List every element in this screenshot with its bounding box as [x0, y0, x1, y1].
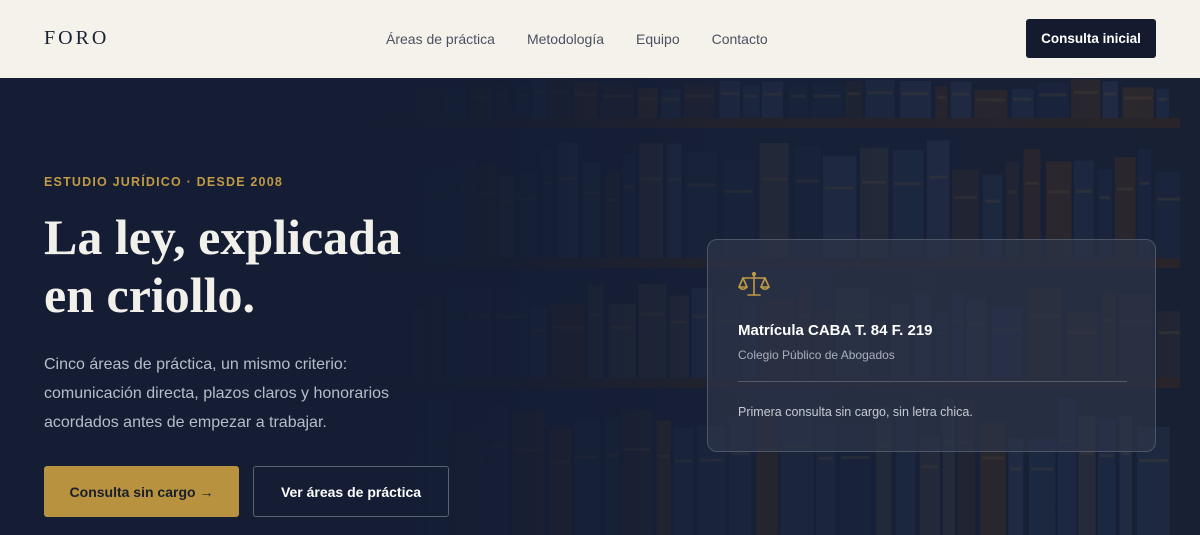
hero-lead: Cinco áreas de práctica, un mismo criter…: [44, 356, 390, 431]
card-title: Matrícula CABA T. 84 F. 219: [738, 322, 933, 339]
main-nav: Áreas de práctica Metodología Equipo Con…: [386, 31, 768, 49]
site-header: FORO Áreas de práctica Metodología Equip…: [0, 0, 1200, 78]
nav-item-contacto[interactable]: Contacto: [712, 31, 768, 49]
hero-section: ESTUDIO JURÍDICO · DESDE 2008 La ley, ex…: [0, 78, 1200, 535]
hero-headline: La ley, explicada en criollo.: [44, 208, 464, 324]
nav-item-areas[interactable]: Áreas de práctica: [386, 31, 495, 49]
credentials-card: Matrícula CABA T. 84 F. 219 Colegio Públ…: [707, 239, 1156, 452]
hero-eyebrow: ESTUDIO JURÍDICO · DESDE 2008: [44, 175, 284, 189]
brand-logo[interactable]: FORO: [44, 27, 109, 50]
ver-areas-button[interactable]: Ver áreas de práctica: [253, 466, 449, 517]
scales-icon: [738, 271, 770, 296]
card-note: Primera consulta sin cargo, sin letra ch…: [738, 405, 973, 419]
consulta-inicial-button[interactable]: Consulta inicial: [1026, 19, 1156, 58]
headline-line-2: en criollo.: [44, 267, 256, 323]
nav-item-equipo[interactable]: Equipo: [636, 31, 680, 49]
nav-item-metodologia[interactable]: Metodología: [527, 31, 604, 49]
card-divider: [738, 381, 1127, 382]
headline-line-1: La ley, explicada: [44, 209, 401, 265]
consulta-sin-cargo-button[interactable]: Consulta sin cargo →: [44, 466, 239, 517]
card-subtitle: Colegio Público de Abogados: [738, 348, 895, 362]
